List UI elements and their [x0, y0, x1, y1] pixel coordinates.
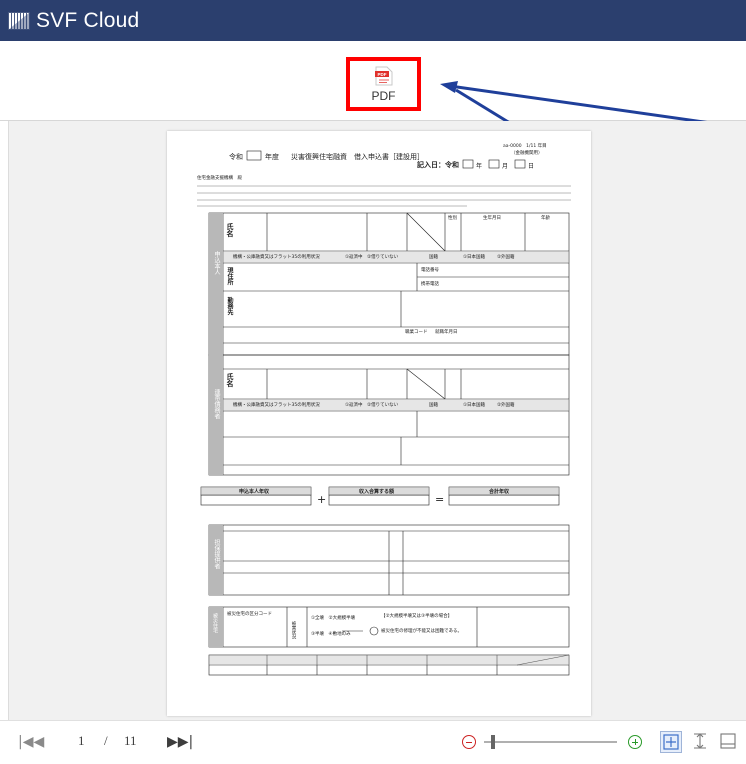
- label-nationality: 国籍: [429, 255, 438, 260]
- date-unit-year: 年: [476, 163, 483, 170]
- toolbar: PDF PDF: [0, 41, 746, 121]
- form-code: aa-0000 1/11 年目: [503, 144, 547, 149]
- first-page-icon[interactable]: |◀◀: [18, 734, 44, 750]
- property-note: 【②大規模半壊又は③半壊の場合】: [381, 614, 453, 619]
- current-page[interactable]: 1: [78, 733, 85, 749]
- property-option-2: ③半壊 ④敷地のみ: [311, 632, 351, 637]
- form-title: 災害復興住宅融資 借入申込書［建設用］: [291, 153, 424, 161]
- year-suffix: 年度: [265, 153, 279, 161]
- fit-page-icon[interactable]: [660, 731, 682, 753]
- form-code-note: （金融機関用）: [511, 151, 543, 156]
- property-note-2: 被災住宅の修理が不能又は困難である。: [381, 629, 462, 634]
- era-label: 令和: [229, 153, 243, 161]
- property-option-1: ①全壊 ②大規模半壊: [311, 616, 356, 621]
- label-mobile: 携帯電話: [421, 282, 439, 287]
- fit-height-icon[interactable]: [690, 731, 712, 753]
- section-co-borrower: 連帯債務者: [213, 389, 220, 419]
- section-collateral: 担保提供者: [213, 539, 220, 569]
- property-state: 被害状況: [291, 621, 296, 639]
- date-unit-day: 日: [528, 163, 535, 170]
- total-pages: 11: [124, 733, 137, 748]
- income-other: 収入合算する額: [359, 489, 395, 495]
- page-separator: /: [104, 733, 108, 748]
- last-page-icon[interactable]: ▶▶|: [167, 734, 193, 750]
- label-birthdate: 生年月日: [483, 216, 501, 221]
- document-page: + = 令和 年度 災害復興住宅融資 借入申込書［建設用］ aa-0000 1/…: [167, 131, 591, 716]
- zoom-slider-track[interactable]: [484, 741, 617, 743]
- addressee: 住宅金融支援機構 殿: [197, 176, 242, 181]
- pdf-button-label: PDF: [371, 88, 396, 103]
- label-japan: ①日本国籍: [463, 255, 486, 260]
- property-code: 被災住宅の区分コード: [227, 612, 272, 617]
- date-unit-month: 月: [502, 163, 509, 170]
- income-total: 合計年収: [489, 489, 510, 495]
- svg-text:PDF: PDF: [377, 72, 386, 77]
- co-label-foreign: ②外国籍: [497, 403, 515, 408]
- document-viewer[interactable]: + = 令和 年度 災害復興住宅融資 借入申込書［建設用］ aa-0000 1/…: [8, 121, 746, 720]
- label-address: 現住所: [226, 267, 233, 285]
- label-repaying: ①返済中 ②借りていない: [345, 255, 399, 260]
- label-occupation-code: 職業コード: [405, 330, 428, 335]
- co-label-name: 氏名: [226, 373, 234, 387]
- label-phone: 電話番号: [421, 268, 439, 273]
- app-title: SVF Cloud: [36, 8, 140, 32]
- label-foreign: ②外国籍: [497, 255, 515, 260]
- title-bar: SVF Cloud: [0, 0, 746, 41]
- label-gender: 性別: [448, 216, 457, 221]
- label-age: 年齢: [541, 216, 550, 221]
- section-property: 被災住宅: [212, 613, 218, 633]
- fit-width-icon[interactable]: [718, 731, 740, 753]
- svg-text:+: +: [317, 493, 326, 506]
- label-name: 氏名: [226, 223, 234, 237]
- svf-logo-icon: [8, 11, 30, 30]
- pdf-download-button[interactable]: PDF PDF: [346, 57, 421, 111]
- co-label-japan: ①日本国籍: [463, 403, 486, 408]
- section-applicant: 申込本人: [213, 251, 220, 275]
- co-label-repaying: ①返済中 ②借りていない: [345, 403, 399, 408]
- income-applicant: 申込本人年収: [239, 489, 270, 495]
- zoom-in-icon[interactable]: [628, 735, 642, 749]
- label-flat35: 機構・公庫融資又はフラット35の利用状況: [233, 255, 320, 260]
- zoom-out-icon[interactable]: [462, 735, 476, 749]
- label-years-employed: 就職年月日: [435, 330, 458, 335]
- co-label-nationality: 国籍: [429, 403, 438, 408]
- form-drawing: + =: [197, 150, 571, 676]
- page-navigation-bar: |◀◀ 1 / 11 ▶▶|: [0, 720, 746, 764]
- svg-text:=: =: [435, 493, 444, 506]
- entry-date-label: 記入日：令和: [417, 161, 459, 169]
- label-workplace: 勤務先: [226, 297, 233, 315]
- co-label-flat35: 機構・公庫融資又はフラット35の利用状況: [233, 403, 320, 408]
- pdf-file-icon: PDF: [374, 66, 392, 85]
- zoom-slider-thumb[interactable]: [490, 735, 495, 749]
